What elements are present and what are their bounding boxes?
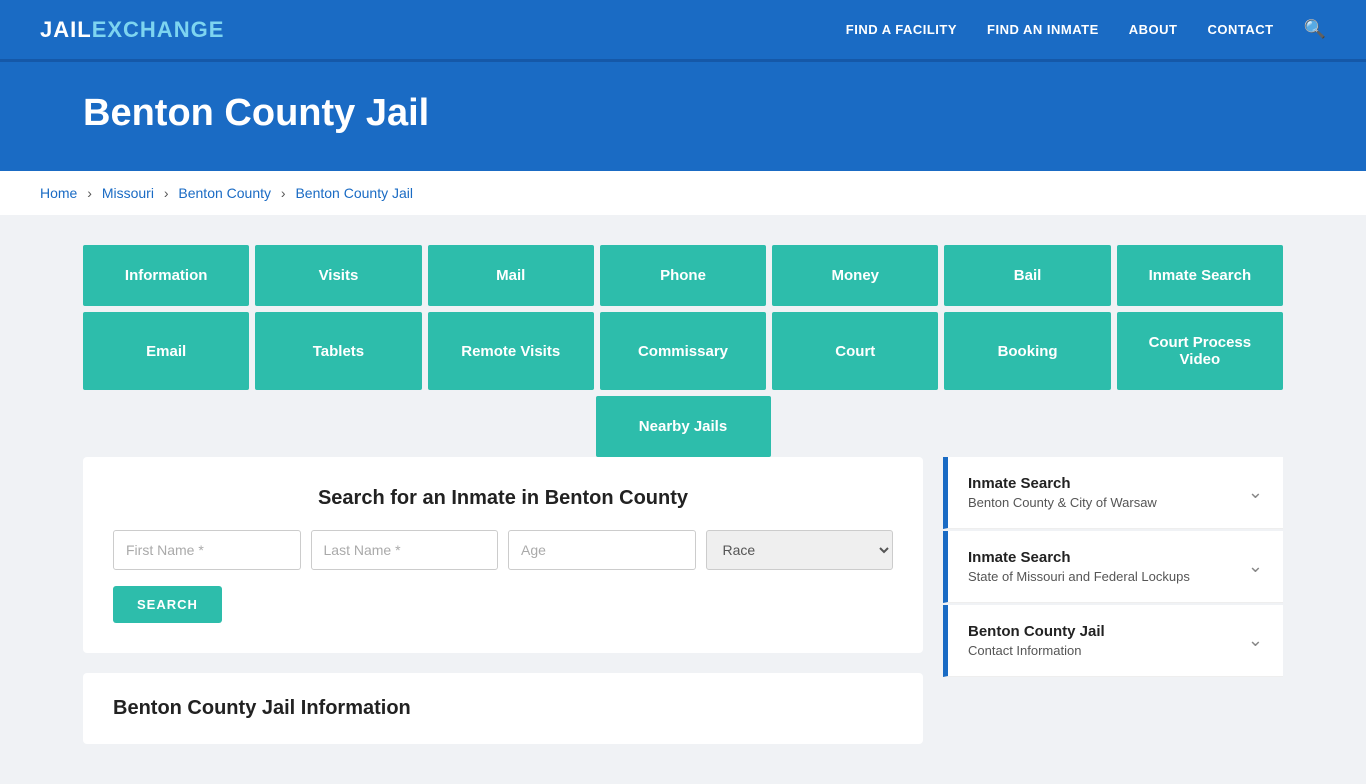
last-name-input[interactable] <box>311 530 499 570</box>
btn-money[interactable]: Money <box>772 245 938 306</box>
lower-section: Search for an Inmate in Benton County Ra… <box>83 457 1283 744</box>
sidebar-item-subtitle-1: State of Missouri and Federal Lockups <box>968 569 1190 584</box>
sidebar-item-contact-info[interactable]: Benton County Jail Contact Information ⌄ <box>943 605 1283 677</box>
btn-inmate-search[interactable]: Inmate Search <box>1117 245 1283 306</box>
breadcrumb-current[interactable]: Benton County Jail <box>295 185 413 201</box>
breadcrumb: Home › Missouri › Benton County › Benton… <box>0 171 1366 215</box>
chevron-down-icon-0: ⌄ <box>1248 482 1263 503</box>
button-grid-row1: Information Visits Mail Phone Money Bail… <box>83 245 1283 306</box>
btn-information[interactable]: Information <box>83 245 249 306</box>
sidebar-item-title-2: Benton County Jail <box>968 623 1105 640</box>
button-grid-row2: Email Tablets Remote Visits Commissary C… <box>83 312 1283 390</box>
sidebar-item-title-1: Inmate Search <box>968 549 1190 566</box>
chevron-down-icon-1: ⌄ <box>1248 556 1263 577</box>
btn-commissary[interactable]: Commissary <box>600 312 766 390</box>
btn-nearby-jails[interactable]: Nearby Jails <box>596 396 771 457</box>
info-title: Benton County Jail Information <box>113 697 893 720</box>
sidebar-item-inmate-search-benton[interactable]: Inmate Search Benton County & City of Wa… <box>943 457 1283 529</box>
site-logo[interactable]: JAILEXCHANGE <box>40 17 224 43</box>
nav-contact[interactable]: CONTACT <box>1207 22 1273 37</box>
btn-court-process-video[interactable]: Court Process Video <box>1117 312 1283 390</box>
btn-visits[interactable]: Visits <box>255 245 421 306</box>
chevron-down-icon-2: ⌄ <box>1248 630 1263 651</box>
first-name-input[interactable] <box>113 530 301 570</box>
breadcrumb-sep-1: › <box>87 185 92 201</box>
sidebar-item-subtitle-0: Benton County & City of Warsaw <box>968 495 1157 510</box>
sidebar: Inmate Search Benton County & City of Wa… <box>943 457 1283 677</box>
btn-email[interactable]: Email <box>83 312 249 390</box>
nav-find-facility[interactable]: FIND A FACILITY <box>846 22 957 37</box>
search-title: Search for an Inmate in Benton County <box>113 487 893 510</box>
logo-jail: JAIL <box>40 17 92 42</box>
search-fields: Race White Black Hispanic Asian Other <box>113 530 893 570</box>
btn-mail[interactable]: Mail <box>428 245 594 306</box>
btn-tablets[interactable]: Tablets <box>255 312 421 390</box>
breadcrumb-missouri[interactable]: Missouri <box>102 185 154 201</box>
breadcrumb-sep-2: › <box>164 185 169 201</box>
btn-court[interactable]: Court <box>772 312 938 390</box>
header-search-button[interactable]: 🔍 <box>1304 19 1326 40</box>
hero-section: Benton County Jail <box>0 62 1366 171</box>
search-card: Search for an Inmate in Benton County Ra… <box>83 457 923 653</box>
search-button[interactable]: SEARCH <box>113 586 222 623</box>
race-select[interactable]: Race White Black Hispanic Asian Other <box>706 530 894 570</box>
logo-exchange: EXCHANGE <box>92 17 225 42</box>
nav-about[interactable]: ABOUT <box>1129 22 1178 37</box>
info-section: Benton County Jail Information <box>83 673 923 744</box>
breadcrumb-benton-county[interactable]: Benton County <box>178 185 271 201</box>
sidebar-item-subtitle-2: Contact Information <box>968 643 1105 658</box>
btn-booking[interactable]: Booking <box>944 312 1110 390</box>
site-header: JAILEXCHANGE FIND A FACILITY FIND AN INM… <box>0 0 1366 62</box>
sidebar-item-inmate-search-state[interactable]: Inmate Search State of Missouri and Fede… <box>943 531 1283 603</box>
page-title: Benton County Jail <box>83 92 1283 135</box>
btn-bail[interactable]: Bail <box>944 245 1110 306</box>
sidebar-item-title-0: Inmate Search <box>968 475 1157 492</box>
breadcrumb-home[interactable]: Home <box>40 185 77 201</box>
age-input[interactable] <box>508 530 696 570</box>
button-grid-row3: Nearby Jails <box>83 396 1283 457</box>
main-nav: FIND A FACILITY FIND AN INMATE ABOUT CON… <box>846 19 1326 40</box>
content-area: Information Visits Mail Phone Money Bail… <box>0 215 1366 784</box>
nav-find-inmate[interactable]: FIND AN INMATE <box>987 22 1099 37</box>
breadcrumb-sep-3: › <box>281 185 286 201</box>
btn-remote-visits[interactable]: Remote Visits <box>428 312 594 390</box>
btn-phone[interactable]: Phone <box>600 245 766 306</box>
